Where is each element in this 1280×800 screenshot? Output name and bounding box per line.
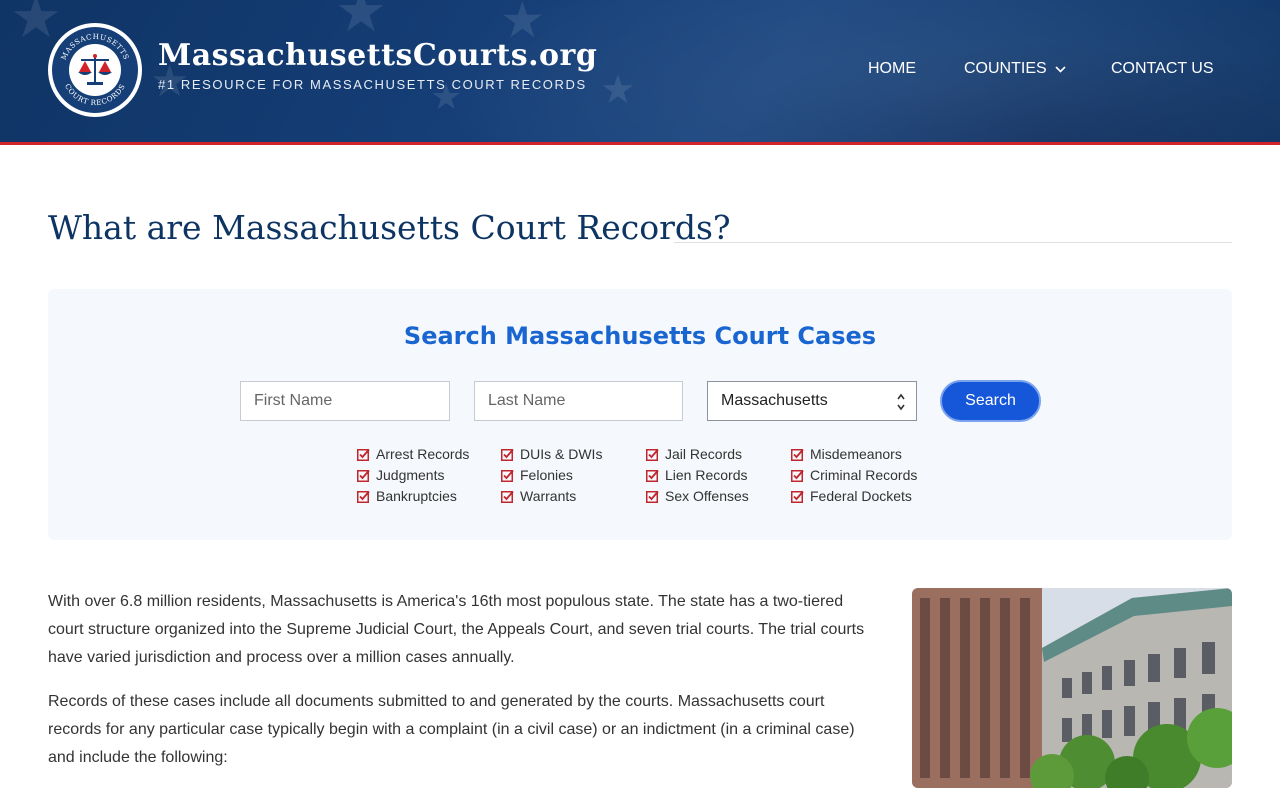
record-type-label: Sex Offenses (665, 488, 749, 504)
record-type-checkbox[interactable]: Jail Records (646, 446, 742, 462)
last-name-input[interactable] (474, 381, 683, 421)
page-title: What are Massachusetts Court Records? (48, 208, 731, 247)
record-type-checkbox[interactable]: Warrants (501, 488, 576, 504)
checked-box-icon (501, 448, 514, 461)
record-type-label: Warrants (520, 488, 577, 504)
record-type-label: DUIs & DWIs (520, 446, 603, 462)
checked-box-icon (646, 490, 659, 503)
checked-box-icon (791, 469, 804, 482)
record-type-checkbox[interactable]: Bankruptcies (357, 488, 457, 504)
star-icon: ★ (335, 0, 387, 45)
record-type-label: Arrest Records (376, 446, 470, 462)
seal-bottom-text: COURT RECORDS (63, 82, 126, 107)
record-type-checkbox[interactable]: Judgments (357, 467, 444, 483)
svg-text:MASSACHUSETTS: MASSACHUSETTS (59, 32, 131, 61)
record-type-label: Felonies (520, 467, 573, 483)
records-paragraph: Records of these cases include all docum… (48, 693, 855, 766)
main-nav: HOME COUNTIES CONTACT US (0, 60, 1280, 84)
chevron-down-icon (1055, 65, 1066, 73)
record-type-label: Misdemeanors (810, 446, 902, 462)
nav-contact-link[interactable]: CONTACT US (1111, 60, 1214, 78)
record-type-label: Federal Dockets (810, 488, 912, 504)
checked-box-icon (646, 469, 659, 482)
checked-box-icon (501, 490, 514, 503)
record-type-checkbox[interactable]: Lien Records (646, 467, 748, 483)
svg-text:COURT RECORDS: COURT RECORDS (63, 82, 127, 107)
checked-box-icon (791, 490, 804, 503)
checked-box-icon (501, 469, 514, 482)
record-type-checkbox[interactable]: DUIs & DWIs (501, 446, 602, 462)
record-types-list: Arrest Records Judgments Bankruptcies DUIs … (0, 446, 1280, 512)
search-title: Search Massachusetts Court Cases (403, 322, 877, 350)
state-select-value: Massachusetts (721, 392, 828, 409)
checked-box-icon (791, 448, 804, 461)
courthouse-illustration (912, 588, 1232, 788)
seal-top-text: MASSACHUSETTS (59, 32, 131, 61)
site-header: ★ ★ ★ ★ ★ ★ MASSACHUSETTS COURT RECORDS (0, 0, 1280, 142)
title-divider (674, 242, 1232, 243)
record-type-label: Lien Records (665, 467, 748, 483)
nav-counties-label: COUNTIES (964, 60, 1047, 77)
search-button[interactable]: Search (940, 380, 1041, 422)
record-type-label: Criminal Records (810, 467, 918, 483)
intro-paragraph: With over 6.8 million residents, Massach… (48, 593, 865, 666)
checked-box-icon (646, 448, 659, 461)
record-type-checkbox[interactable]: Felonies (501, 467, 573, 483)
record-type-checkbox[interactable]: Criminal Records (791, 467, 917, 483)
record-type-label: Bankruptcies (376, 488, 457, 504)
record-type-checkbox[interactable]: Federal Dockets (791, 488, 912, 504)
checked-box-icon (357, 490, 370, 503)
record-type-checkbox[interactable]: Sex Offenses (646, 488, 749, 504)
nav-counties-dropdown[interactable]: COUNTIES (964, 60, 1066, 78)
checked-box-icon (357, 448, 370, 461)
courthouse-photo (912, 588, 1232, 788)
nav-home-link[interactable]: HOME (868, 60, 916, 78)
state-select[interactable]: Massachusetts (707, 381, 917, 421)
checked-box-icon (357, 469, 370, 482)
record-type-checkbox[interactable]: Misdemeanors (791, 446, 902, 462)
header-red-stripe (0, 142, 1280, 145)
record-type-label: Judgments (376, 467, 445, 483)
first-name-input[interactable] (240, 381, 450, 421)
record-type-checkbox[interactable]: Arrest Records (357, 446, 469, 462)
record-type-label: Jail Records (665, 446, 743, 462)
select-updown-caret-icon (897, 393, 905, 411)
